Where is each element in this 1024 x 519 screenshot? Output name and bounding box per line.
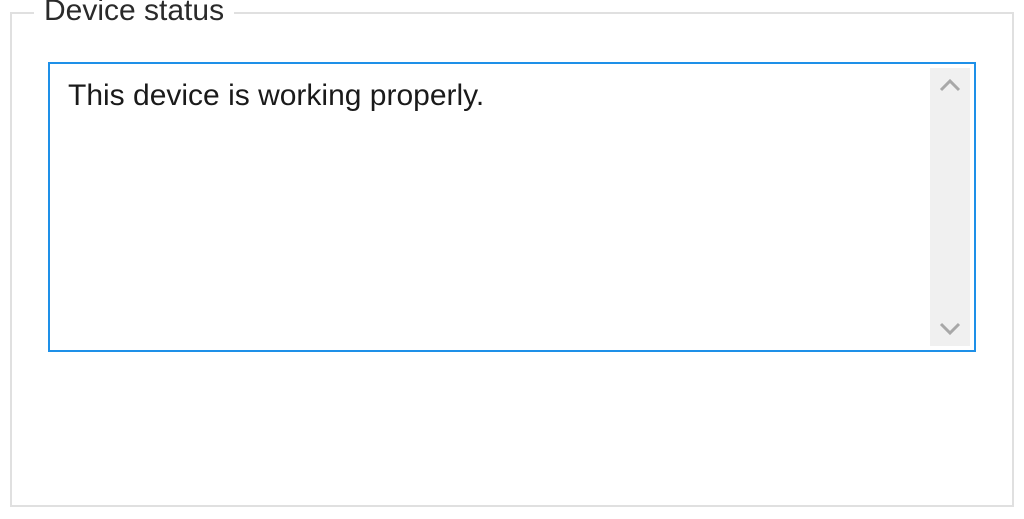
scroll-down-icon[interactable] bbox=[939, 322, 961, 336]
vertical-scrollbar[interactable] bbox=[930, 68, 970, 346]
device-status-groupbox: Device status This device is working pro… bbox=[10, 12, 1014, 507]
scroll-up-icon[interactable] bbox=[939, 78, 961, 92]
device-status-textbox[interactable]: This device is working properly. bbox=[48, 62, 976, 352]
device-status-text: This device is working properly. bbox=[50, 64, 930, 350]
groupbox-title: Device status bbox=[34, 0, 234, 28]
